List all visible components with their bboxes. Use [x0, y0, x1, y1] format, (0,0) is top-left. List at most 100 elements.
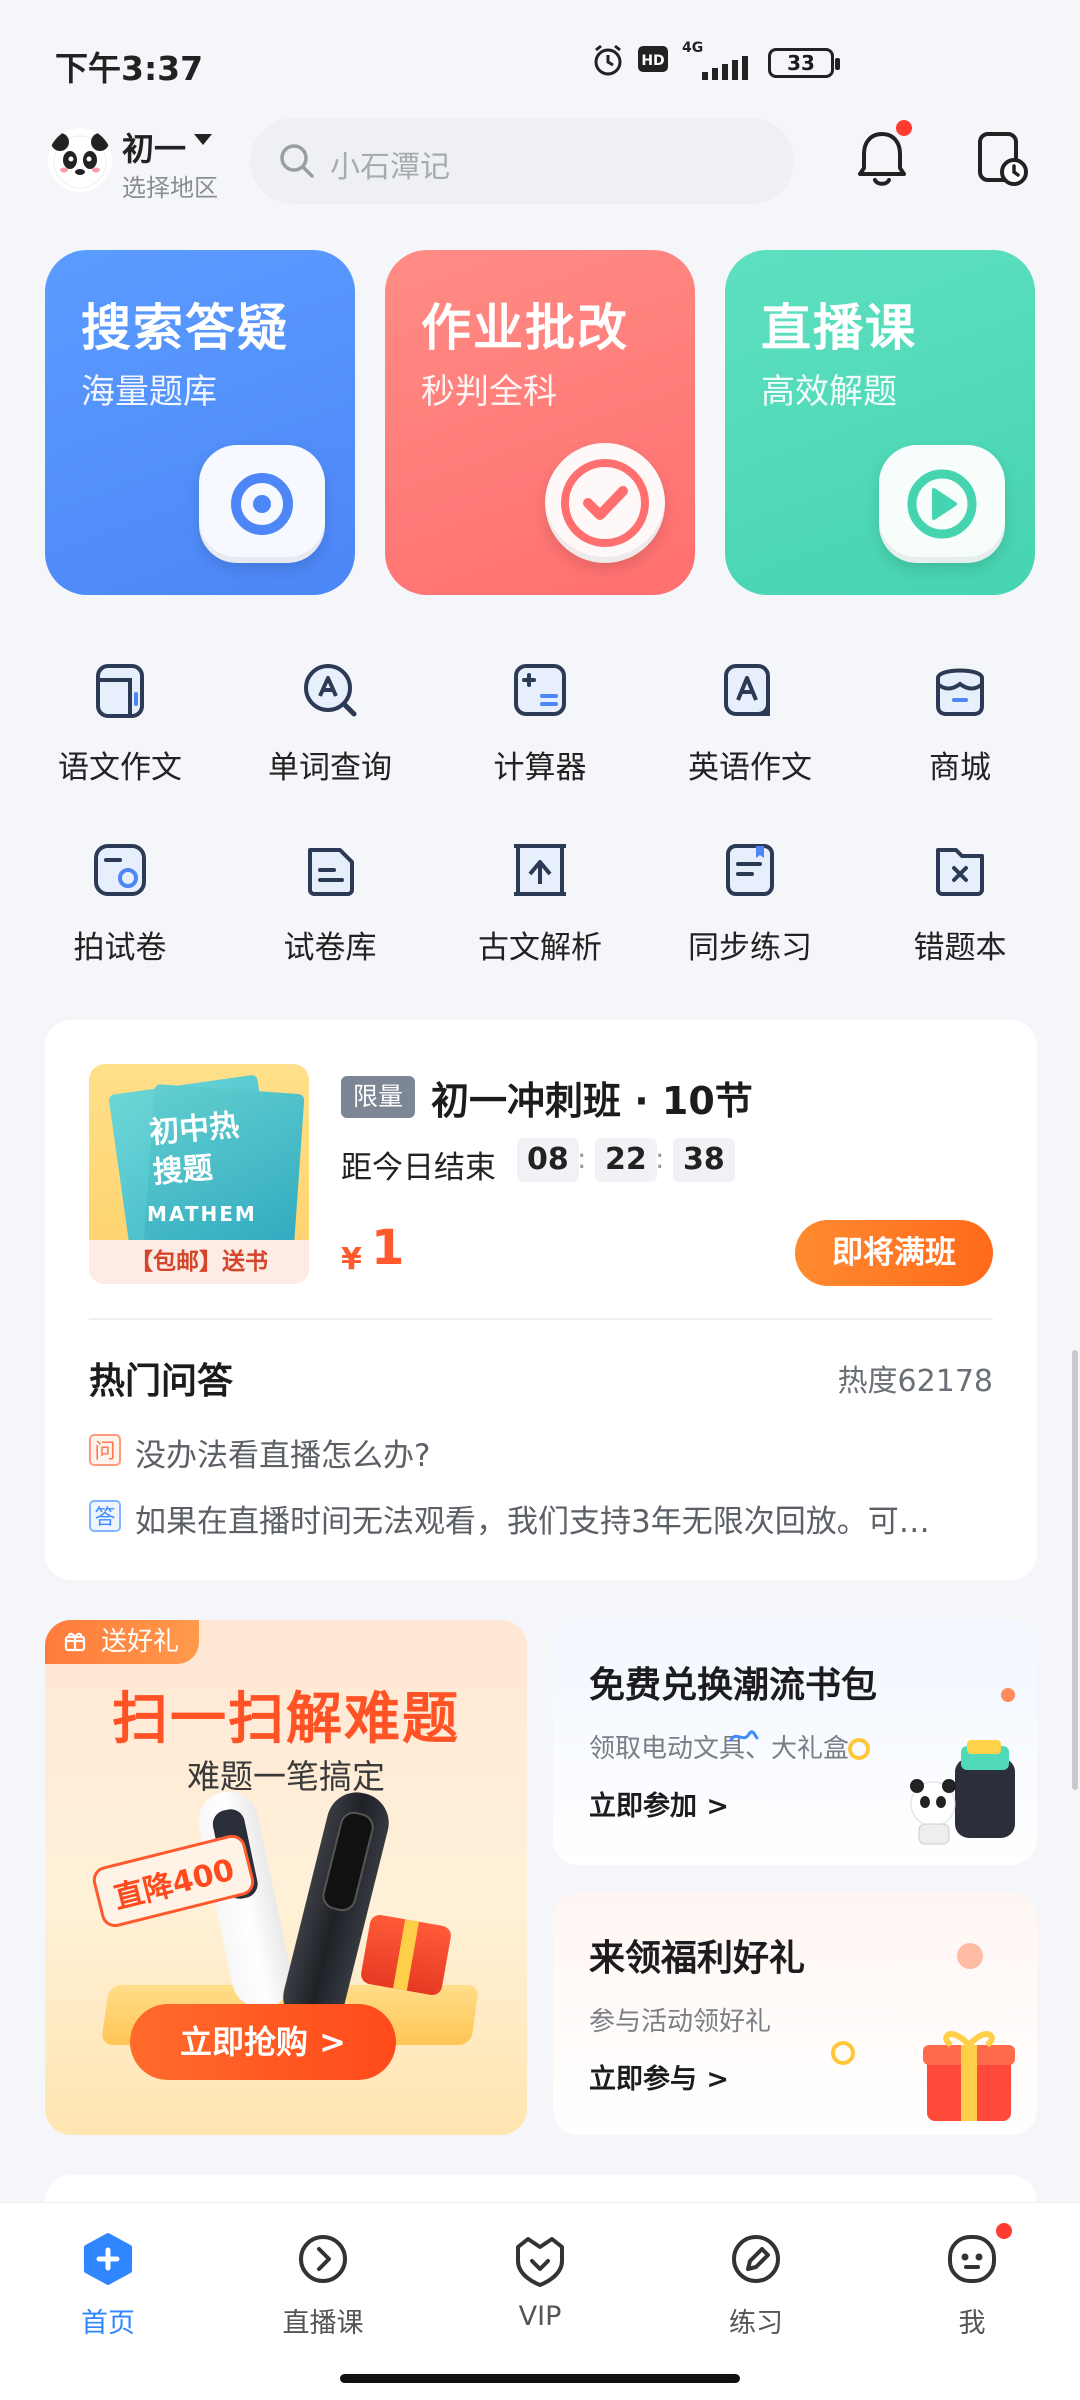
tool-label: 错题本 — [913, 930, 1007, 966]
tool-shop[interactable]: 商城 — [860, 660, 1060, 810]
tab-label: 练习 — [729, 2308, 783, 2339]
tool-label: 古文解析 — [478, 930, 602, 966]
shop-icon — [936, 668, 984, 716]
promo-title: 免费兑换潮流书包 — [589, 1665, 878, 1706]
tool-label: 英语作文 — [688, 750, 812, 786]
live-class-card[interactable]: 直播课 高效解题 — [725, 250, 1035, 595]
english-essay-icon — [724, 664, 770, 716]
tool-paper-library[interactable]: 试卷库 — [230, 840, 430, 990]
decor-dot — [1001, 1688, 1015, 1702]
sync-practice-icon — [726, 844, 774, 896]
countdown-label: 距今日结束 — [341, 1150, 496, 1186]
history-icon[interactable] — [976, 130, 1028, 188]
course-title: 初一冲刺班 · 10节 — [431, 1079, 753, 1123]
tab-label: 我 — [958, 2308, 986, 2339]
countdown-seconds: 38 — [673, 1138, 735, 1182]
participate-link[interactable]: 立即参与 > — [589, 2057, 729, 2096]
book-title: 初中热搜题 — [147, 1108, 241, 1191]
tool-label: 计算器 — [493, 750, 587, 786]
search-bar[interactable]: 小石潭记 — [250, 118, 794, 204]
limited-tag: 限量 — [341, 1076, 416, 1118]
alarm-icon — [594, 44, 622, 76]
tool-chinese-essay[interactable]: 语文作文 — [20, 660, 220, 810]
card-title: 搜索答疑 — [81, 299, 289, 357]
decor-dot — [957, 1943, 983, 1969]
chinese-essay-icon — [96, 664, 144, 718]
panda-avatar[interactable] — [48, 128, 112, 192]
gift-icon — [64, 1632, 86, 1652]
decor-ring — [848, 1738, 870, 1760]
practice-pen-icon — [732, 2235, 780, 2283]
tool-label: 同步练习 — [688, 930, 812, 966]
hd-icon: HD — [638, 46, 668, 72]
course-card[interactable]: 初中热搜题 MATHEM 【包邮】送书 限量 初一冲刺班 · 10节 距今日结束… — [45, 1020, 1037, 1580]
card-title: 直播课 — [761, 299, 917, 357]
enroll-button[interactable]: 即将满班 — [795, 1220, 993, 1286]
status-time: 下午3:37 — [55, 49, 204, 88]
red-gift-box-image — [923, 2031, 1015, 2121]
tool-word-lookup[interactable]: 单词查询 — [230, 660, 430, 810]
scrollbar[interactable] — [1072, 1350, 1078, 1790]
free-shipping-badge: 【包邮】送书 — [89, 1240, 309, 1284]
tool-mistake-book[interactable]: 错题本 — [860, 840, 1060, 990]
decor-wave — [729, 1730, 759, 1742]
welfare-gift-promo[interactable]: 来领福利好礼 参与活动领好礼 立即参与 > — [553, 1893, 1037, 2135]
status-bar: 下午3:37 HD 4G 33 — [0, 0, 1080, 110]
caret-down-icon[interactable] — [194, 134, 212, 145]
question-tag: 问 — [89, 1434, 121, 1466]
tab-vip[interactable]: VIP — [470, 2231, 610, 2351]
promo-subtitle: 领取电动文具、大礼盒 — [589, 1734, 850, 1764]
tab-me[interactable]: 我 — [902, 2231, 1042, 2351]
tool-label: 试卷库 — [283, 930, 377, 966]
countdown-minutes: 22 — [595, 1138, 657, 1182]
grade-selector[interactable]: 初一 — [122, 124, 186, 170]
gift-tag: 送好礼 — [45, 1620, 200, 1664]
scan-paper-icon — [94, 844, 146, 896]
search-icon — [280, 144, 314, 178]
home-indicator[interactable] — [340, 2374, 740, 2383]
hot-question[interactable]: 没办法看直播怎么办? — [135, 1430, 995, 1475]
region-selector[interactable]: 选择地区 — [122, 168, 218, 203]
notification-dot — [896, 120, 912, 136]
tab-label: 首页 — [81, 2308, 135, 2339]
home-plus-icon — [84, 2233, 132, 2285]
battery-indicator: 33 — [768, 48, 840, 78]
classical-text-icon — [514, 844, 566, 896]
signal-icon — [702, 56, 748, 80]
course-price: 1 — [371, 1220, 405, 1276]
buy-now-button[interactable]: 立即抢购 > — [130, 2004, 396, 2080]
svg-text:HD: HD — [641, 53, 664, 69]
bottom-tab-bar: 首页 直播课 VIP 练习 我 — [0, 2202, 1080, 2400]
vip-icon — [516, 2237, 564, 2287]
card-subtitle: 高效解题 — [761, 372, 897, 412]
word-lookup-icon — [304, 664, 357, 717]
book-subtitle: MATHEM — [147, 1202, 257, 1226]
promo-subtitle: 难题一笔搞定 — [187, 1757, 385, 1796]
search-placeholder: 小石潭记 — [330, 150, 450, 185]
hot-answer[interactable]: 如果在直播时间无法观看，我们支持3年无限次回放。可… — [135, 1496, 995, 1541]
notification-bell-icon[interactable] — [856, 128, 908, 190]
price-symbol: ¥ — [341, 1242, 362, 1277]
tool-calculator[interactable]: 计算器 — [440, 660, 640, 810]
tab-live-class[interactable]: 直播课 — [253, 2231, 393, 2351]
card-subtitle: 海量题库 — [81, 372, 217, 412]
search-answer-card[interactable]: 搜索答疑 海量题库 — [45, 250, 355, 595]
profile-notification-dot — [996, 2223, 1012, 2239]
tool-scan-paper[interactable]: 拍试卷 — [20, 840, 220, 990]
answer-tag: 答 — [89, 1500, 121, 1532]
play-icon — [879, 445, 1005, 563]
profile-face-icon — [948, 2235, 996, 2283]
card-subtitle: 秒判全科 — [421, 372, 557, 412]
tool-sync-practice[interactable]: 同步练习 — [650, 840, 850, 990]
join-link[interactable]: 立即参加 > — [589, 1784, 729, 1823]
tool-classical-text[interactable]: 古文解析 — [440, 840, 640, 990]
homework-check-card[interactable]: 作业批改 秒判全科 — [385, 250, 695, 595]
check-icon — [545, 443, 665, 563]
book-cover-image: 初中热搜题 MATHEM 【包邮】送书 — [89, 1064, 309, 1284]
tab-practice[interactable]: 练习 — [686, 2231, 826, 2351]
free-bag-promo[interactable]: 免费兑换潮流书包 领取电动文具、大礼盒 立即参加 > — [553, 1620, 1037, 1865]
tab-home[interactable]: 首页 — [38, 2231, 178, 2351]
divider — [89, 1318, 993, 1320]
mistake-book-icon — [936, 848, 984, 896]
tool-english-essay[interactable]: 英语作文 — [650, 660, 850, 810]
